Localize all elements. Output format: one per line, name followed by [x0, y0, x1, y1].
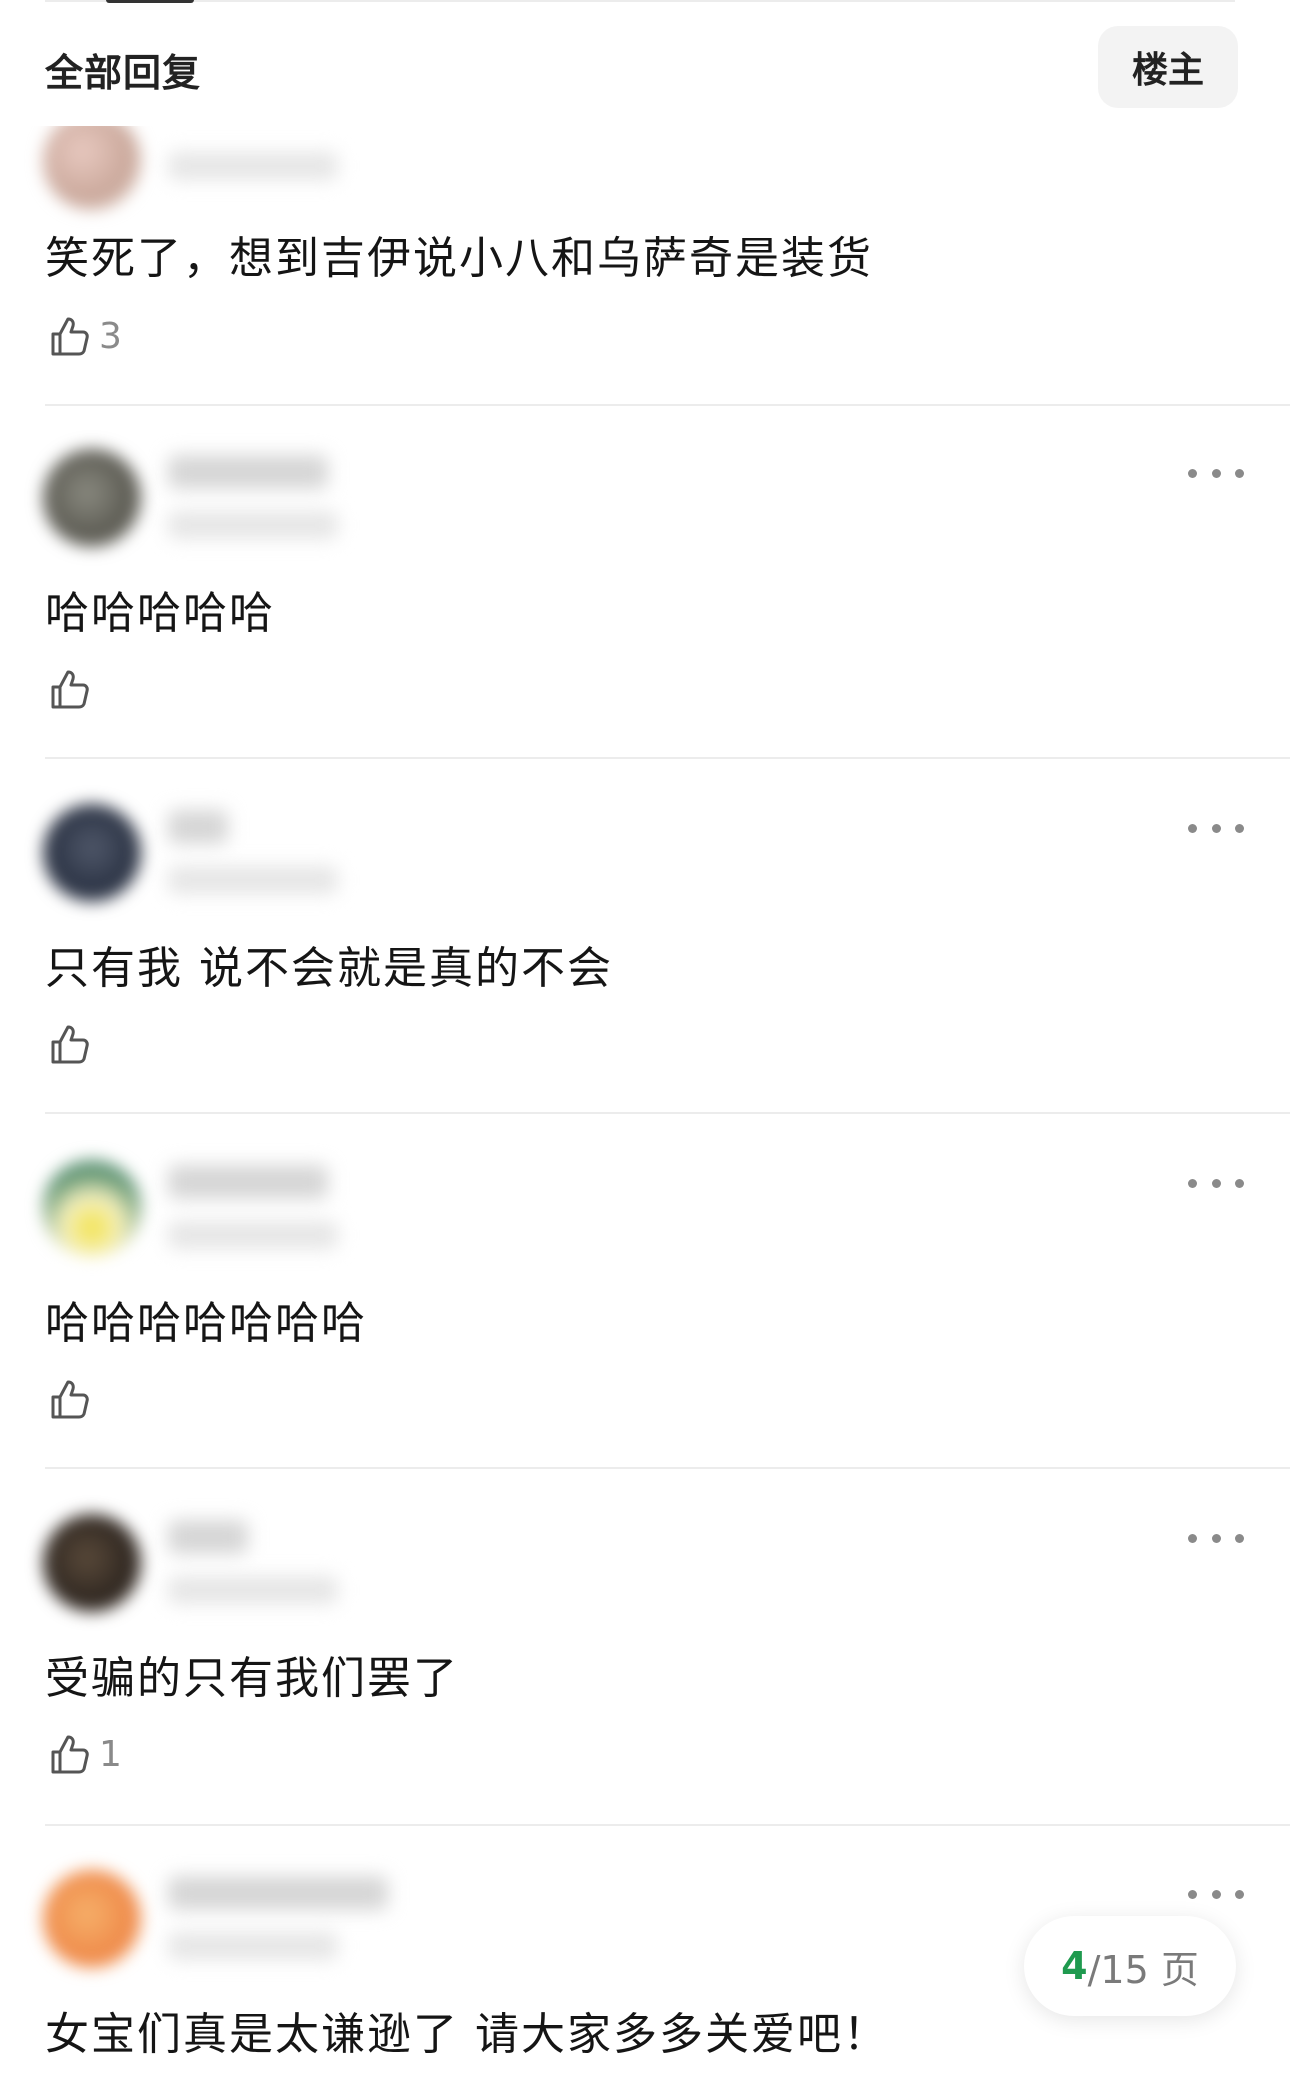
comment-text: 只有我 说不会就是真的不会	[45, 943, 613, 994]
username[interactable]	[168, 1876, 388, 1910]
divider	[45, 757, 1290, 759]
avatar[interactable]	[43, 1159, 141, 1257]
avatar[interactable]	[43, 449, 141, 547]
date-text	[168, 511, 338, 539]
more-dots-icon[interactable]	[1188, 1523, 1244, 1553]
tab-indicator	[106, 0, 194, 3]
comment-text: 受骗的只有我们罢了	[45, 1653, 459, 1704]
page-indicator[interactable]: 4 /15 页	[1024, 1916, 1236, 2016]
divider	[45, 1112, 1290, 1114]
thumbs-up-icon	[51, 317, 89, 356]
like-count: 3	[99, 315, 122, 357]
like-count: 1	[99, 1733, 122, 1775]
like-button[interactable]	[45, 1373, 99, 1425]
username[interactable]	[168, 810, 228, 844]
like-button[interactable]	[45, 663, 99, 715]
thumbs-up-icon	[51, 1735, 89, 1774]
avatar[interactable]	[43, 804, 141, 902]
username[interactable]	[168, 1520, 248, 1554]
total-pages: /15 页	[1087, 1947, 1199, 1992]
thumbs-up-icon	[51, 1380, 89, 1419]
divider	[45, 404, 1290, 406]
like-button[interactable]: 3	[45, 310, 122, 362]
date-text	[168, 152, 338, 180]
divider	[45, 1467, 1290, 1469]
avatar[interactable]	[43, 112, 141, 210]
like-button[interactable]: 1	[45, 1728, 122, 1780]
reply-header: 全部回复 楼主	[0, 0, 1290, 126]
more-dots-icon[interactable]	[1188, 458, 1244, 488]
thumbs-up-icon	[51, 1025, 89, 1064]
username[interactable]	[168, 455, 328, 489]
date-text	[168, 1932, 338, 1960]
more-dots-icon[interactable]	[1188, 1168, 1244, 1198]
op-only-button[interactable]: 楼主	[1098, 26, 1238, 108]
username[interactable]	[168, 1165, 328, 1199]
like-button[interactable]	[45, 1018, 99, 1070]
date-text	[168, 1576, 338, 1604]
avatar[interactable]	[43, 1514, 141, 1612]
date-text	[168, 866, 338, 894]
all-replies-title: 全部回复	[45, 51, 202, 95]
comment-text: 哈哈哈哈哈	[45, 588, 275, 639]
comment-text: 笑死了，想到吉伊说小八和乌萨奇是装货	[45, 233, 873, 284]
thumbs-up-icon	[51, 670, 89, 709]
top-rule	[45, 0, 1235, 2]
divider	[45, 1824, 1290, 1826]
more-dots-icon[interactable]	[1188, 813, 1244, 843]
current-page: 4	[1061, 1944, 1088, 1988]
comment-text: 女宝们真是太谦逊了 请大家多多关爱吧！	[45, 2009, 889, 2060]
avatar[interactable]	[43, 1870, 141, 1968]
more-dots-icon[interactable]	[1188, 1879, 1244, 1909]
date-text	[168, 1221, 338, 1249]
comment-text: 哈哈哈哈哈哈哈	[45, 1298, 367, 1349]
